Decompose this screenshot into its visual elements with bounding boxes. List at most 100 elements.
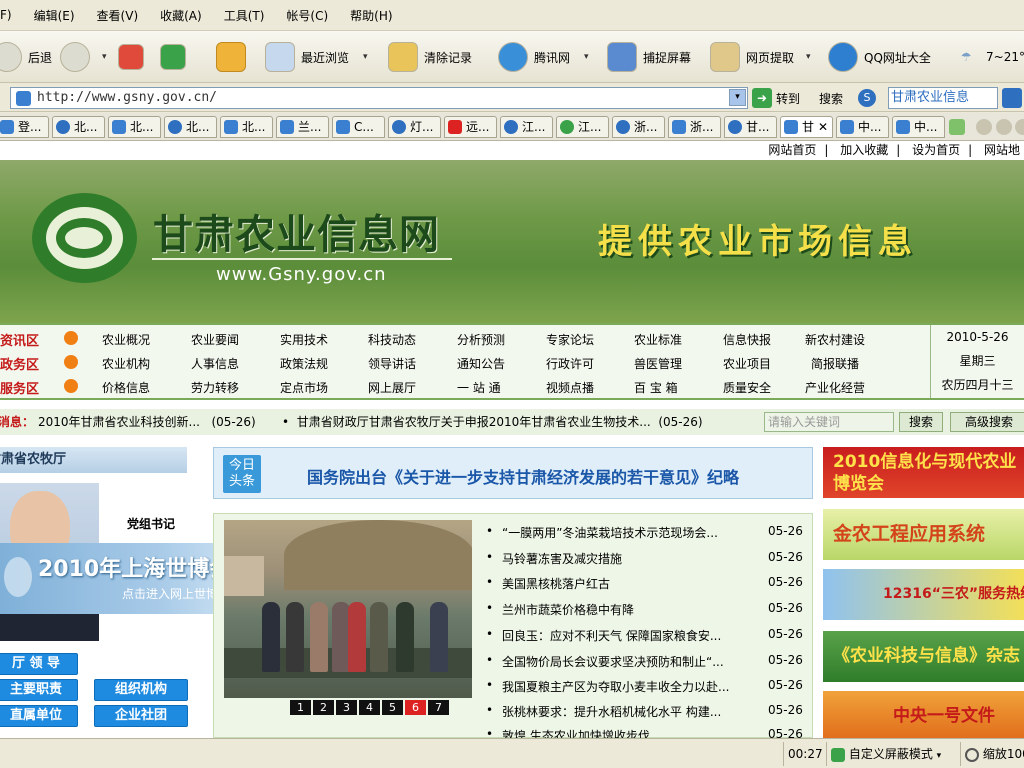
home-button[interactable] (216, 39, 252, 75)
nav-link[interactable]: 政策法规 (280, 355, 328, 372)
pager-button[interactable]: 1 (290, 700, 311, 715)
nav-link[interactable]: 定点市场 (280, 379, 328, 396)
search-button[interactable]: 搜索 (899, 412, 943, 432)
url-dropdown-icon[interactable]: ▾ (729, 89, 746, 106)
nav-link[interactable]: 农业要闻 (191, 331, 239, 348)
ticker-item[interactable]: 2010年甘肃省农业科技创新... (05-26) (38, 409, 256, 435)
home-link[interactable]: 网站首页 (768, 143, 816, 157)
browser-tab[interactable]: 兰... (276, 116, 329, 138)
browser-tab[interactable]: 北... (164, 116, 217, 138)
menu-edit[interactable]: 编辑(E) (34, 7, 75, 24)
menu-file[interactable]: F) (0, 8, 12, 22)
new-tab-icon[interactable] (949, 119, 965, 135)
browser-tab-active[interactable]: 甘 ✕ (780, 116, 833, 138)
tab-scroll-icon[interactable] (976, 119, 992, 135)
nav-link[interactable]: 网上展厅 (368, 379, 416, 396)
tab-scroll-icon[interactable] (996, 119, 1012, 135)
list-item[interactable]: 张桃林要求：提升水稻机械化水平 构建... 05-26 (486, 703, 806, 721)
nav-link[interactable]: 兽医管理 (634, 355, 682, 372)
hotline-ad-banner[interactable]: 12316“三农”服务热线 (823, 569, 1024, 620)
nav-link[interactable]: 农业项目 (723, 355, 771, 372)
pager-button[interactable]: 2 (313, 700, 334, 715)
block-mode-button[interactable]: 自定义屏蔽模式 ▾ (826, 742, 958, 766)
menu-tools[interactable]: 工具(T) (224, 7, 265, 24)
duties-button[interactable]: 主要职责 (0, 679, 78, 701)
list-item[interactable]: 美国黑核桃落户红古 05-26 (486, 575, 806, 593)
recent-button[interactable]: 最近浏览 ▾ (265, 39, 368, 75)
weather-widget[interactable]: ☂ 7~21° (952, 39, 1024, 75)
list-item[interactable]: 回良玉：应对不利天气 保障国家粮食安... 05-26 (486, 627, 806, 645)
nav-link[interactable]: 科技动态 (368, 331, 416, 348)
browser-tab[interactable]: 中... (892, 116, 945, 138)
organization-button[interactable]: 组织机构 (94, 679, 188, 701)
list-item[interactable]: 马铃薯冻害及减灾措施 05-26 (486, 550, 806, 568)
nav-link[interactable]: 百 宝 箱 (634, 379, 678, 396)
qq-nav-button[interactable]: QQ网址大全 (828, 39, 931, 75)
browser-tab[interactable]: 北... (220, 116, 273, 138)
browser-tab[interactable]: 中... (836, 116, 889, 138)
zoom-button[interactable]: 缩放100 (960, 742, 1024, 766)
keyword-search-input[interactable]: 请输入关键词 (764, 412, 894, 432)
pager-button[interactable]: 5 (382, 700, 403, 715)
menu-favorites[interactable]: 收藏(A) (160, 7, 202, 24)
search-input[interactable]: 甘肃农业信息 (888, 87, 998, 109)
menu-view[interactable]: 查看(V) (97, 7, 139, 24)
list-item[interactable]: 全国物价局长会议要求坚决预防和制止“... 05-26 (486, 653, 806, 671)
document-ad-banner[interactable]: 中央一号文件 (823, 691, 1024, 738)
browser-tab[interactable]: 江... (556, 116, 609, 138)
go-button[interactable]: 转到 (776, 90, 800, 107)
clear-history-button[interactable]: 清除记录 (388, 39, 472, 75)
tab-scroll-icon[interactable] (1015, 119, 1024, 135)
pager-button[interactable]: 3 (336, 700, 357, 715)
list-item[interactable]: 我国夏粮主产区为夺取小麦丰收全力以赴... 05-26 (486, 678, 806, 696)
menu-account[interactable]: 帐号(C) (286, 7, 328, 24)
nav-link[interactable]: 农业机构 (102, 355, 150, 372)
tencent-button[interactable]: 腾讯网 ▾ (498, 39, 589, 75)
nav-link[interactable]: 质量安全 (723, 379, 771, 396)
news-photo[interactable] (224, 520, 472, 698)
magazine-ad-banner[interactable]: 《农业科技与信息》杂志 (823, 631, 1024, 682)
ticker-item[interactable]: • 甘肃省财政厅甘肃省农牧厅关于申报2010年甘肃省农业生物技术... (05-… (282, 409, 703, 435)
forward-button[interactable]: ▾ (60, 39, 107, 75)
search-go-icon[interactable] (1002, 88, 1022, 108)
jinnong-ad-banner[interactable]: 金农工程应用系统 (823, 509, 1024, 560)
back-button[interactable]: 后退 (0, 39, 52, 75)
sogou-engine-icon[interactable]: S (858, 89, 876, 107)
nav-link[interactable]: 领导讲话 (368, 355, 416, 372)
browser-tab[interactable]: 浙... (668, 116, 721, 138)
list-item[interactable]: 兰州市蔬菜价格稳中有降 05-26 (486, 601, 806, 619)
browser-tab[interactable]: 登... (0, 116, 49, 138)
nav-link[interactable]: 通知公告 (457, 355, 505, 372)
extract-page-button[interactable]: 网页提取 ▾ (710, 39, 811, 75)
browser-tab[interactable]: 北... (108, 116, 161, 138)
nav-link[interactable]: 分析预测 (457, 331, 505, 348)
capture-screen-button[interactable]: 捕捉屏幕 (607, 39, 691, 75)
browser-tab[interactable]: 甘... (724, 116, 777, 138)
url-input[interactable]: http://www.gsny.gov.cn/ (10, 87, 748, 109)
pager-button-active[interactable]: 6 (405, 700, 426, 715)
stop-button[interactable] (118, 39, 150, 75)
enterprise-button[interactable]: 企业社团 (94, 705, 188, 727)
nav-link[interactable]: 新农村建设 (805, 331, 865, 348)
close-tab-icon[interactable]: ✕ (818, 117, 828, 137)
browser-tab[interactable]: 浙... (612, 116, 665, 138)
nav-link[interactable]: 价格信息 (102, 379, 150, 396)
browser-tab[interactable]: 江... (500, 116, 553, 138)
go-arrow-icon[interactable]: ➜ (752, 88, 772, 108)
nav-link[interactable]: 专家论坛 (546, 331, 594, 348)
list-item[interactable]: “一膜两用”冬油菜栽培技术示范现场会... 05-26 (486, 524, 806, 542)
menu-help[interactable]: 帮助(H) (350, 7, 392, 24)
browser-tab[interactable]: 远... (444, 116, 497, 138)
browser-tab[interactable]: 北... (52, 116, 105, 138)
browser-tab[interactable]: C... (332, 116, 385, 138)
expo-ad-banner[interactable]: 2010信息化与现代农业博览会 (823, 447, 1024, 498)
nav-link[interactable]: 农业概况 (102, 331, 150, 348)
nav-link[interactable]: 信息快报 (723, 331, 771, 348)
nav-link[interactable]: 一 站 通 (457, 379, 501, 396)
set-home-link[interactable]: 设为首页 (912, 143, 960, 157)
sitemap-link[interactable]: 网站地 (984, 143, 1020, 157)
nav-link[interactable]: 产业化经营 (805, 379, 865, 396)
nav-link[interactable]: 视频点播 (546, 379, 594, 396)
nav-link[interactable]: 农业标准 (634, 331, 682, 348)
favorite-link[interactable]: 加入收藏 (840, 143, 888, 157)
